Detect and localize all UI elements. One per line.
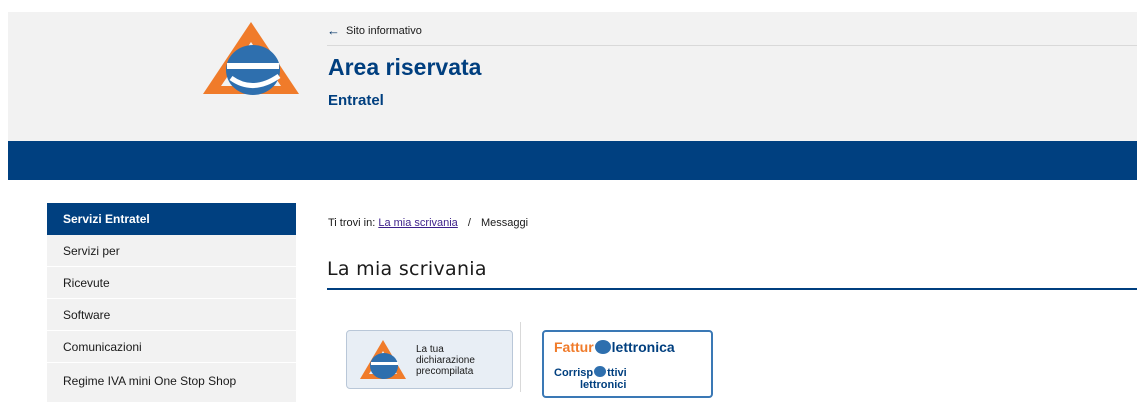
sidebar-item-ricevute[interactable]: Ricevute bbox=[47, 267, 296, 299]
sidebar-item-software[interactable]: Software bbox=[47, 299, 296, 331]
breadcrumb-separator: / bbox=[467, 217, 471, 229]
sidebar-item-comunicazioni[interactable]: Comunicazioni bbox=[47, 331, 296, 363]
agenzia-entrate-logo[interactable] bbox=[201, 20, 301, 98]
divider bbox=[327, 45, 1137, 46]
agenzia-entrate-logo-small bbox=[360, 340, 406, 379]
breadcrumb: Ti trovi in: La mia scrivania / Messaggi bbox=[328, 217, 528, 229]
e-logo-icon bbox=[594, 340, 611, 354]
nav-bar bbox=[8, 141, 1137, 180]
sidebar-head-servizi-entratel[interactable]: Servizi Entratel bbox=[47, 203, 296, 235]
title-underline bbox=[327, 288, 1137, 290]
precompilata-text: La tua dichiarazione precompilata bbox=[416, 344, 475, 377]
site-header: ← Sito informativo Area riservata Entrat… bbox=[8, 12, 1137, 141]
divider bbox=[520, 322, 521, 392]
precompilata-banner[interactable]: La tua dichiarazione precompilata bbox=[346, 330, 513, 389]
page-title: La mia scrivania bbox=[327, 258, 487, 280]
back-link-sito[interactable]: ← Sito informativo bbox=[327, 24, 422, 37]
breadcrumb-prefix: Ti trovi in: bbox=[328, 217, 376, 229]
sidebar-item-servizi-per[interactable]: Servizi per bbox=[47, 235, 296, 267]
sidebar-item-regime-iva[interactable]: Regime IVA mini One Stop Shop bbox=[47, 363, 296, 403]
e-logo-icon bbox=[594, 366, 607, 377]
breadcrumb-current: Messaggi bbox=[481, 217, 529, 229]
fatture-elettronica-text: Fattur lettronica bbox=[554, 339, 675, 355]
header-title: Area riservata bbox=[328, 54, 482, 80]
arrow-left-icon: ← bbox=[327, 23, 340, 38]
sidebar: Servizi Entratel Servizi per Ricevute So… bbox=[47, 203, 296, 403]
fatture-elettronica-banner[interactable]: Fattur lettronica Corrisp ttivi lettronici bbox=[542, 330, 713, 398]
header-subtitle: Entratel bbox=[328, 92, 384, 109]
breadcrumb-link-scrivania[interactable]: La mia scrivania bbox=[378, 217, 457, 229]
corrispettivi-elettronici-text: Corrisp ttivi lettronici bbox=[554, 366, 627, 391]
